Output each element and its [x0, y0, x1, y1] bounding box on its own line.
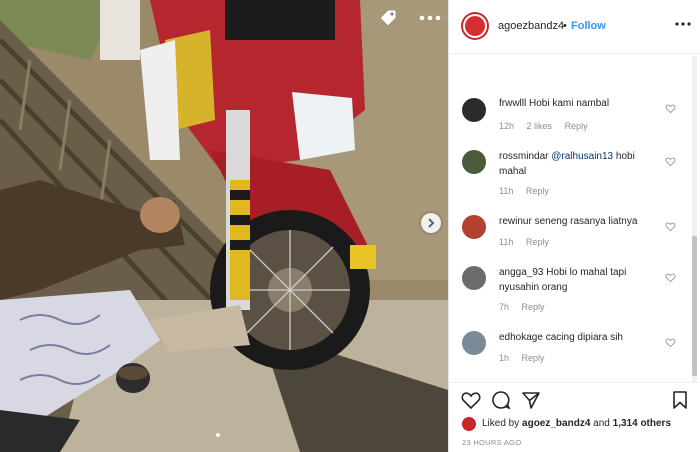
comment-body: Hobi kami nambal — [529, 98, 610, 109]
share-icon[interactable] — [520, 389, 542, 411]
reply-button[interactable]: Reply — [526, 237, 549, 247]
comment-meta: 12h 2 likes Reply — [499, 121, 598, 131]
carousel-dot — [216, 433, 220, 437]
tag-icon[interactable] — [377, 8, 399, 30]
liker-username[interactable]: agoez_bandz4 — [522, 418, 590, 429]
author-username[interactable]: agoezbandz4 — [498, 20, 564, 32]
next-arrow-icon[interactable] — [421, 213, 441, 233]
heart-icon[interactable] — [665, 221, 676, 232]
comment-text: angga_93 Hobi lo mahal tapi nyusahin ora… — [499, 265, 649, 295]
post-actions: Liked by agoez_bandz4 and 1,314 others 2… — [449, 382, 700, 452]
comment-avatar[interactable] — [462, 266, 486, 290]
heart-icon[interactable] — [665, 337, 676, 348]
comment-avatar[interactable] — [462, 150, 486, 174]
heart-icon[interactable] — [665, 156, 676, 167]
heart-icon[interactable] — [665, 103, 676, 114]
photo-illustration — [0, 0, 448, 452]
comment-username[interactable]: angga_93 — [499, 267, 544, 278]
comment-text: rewinur seneng rasanya liatnya — [499, 214, 649, 229]
comment-avatar[interactable] — [462, 215, 486, 239]
comment-avatar[interactable] — [462, 98, 486, 122]
comment-username[interactable]: rossmindar — [499, 151, 548, 162]
post-timestamp[interactable]: 23 HOURS AGO — [462, 438, 521, 447]
bookmark-icon[interactable] — [669, 389, 691, 411]
likes-summary: Liked by agoez_bandz4 and 1,314 others — [482, 418, 671, 429]
likes-others[interactable]: 1,314 others — [613, 418, 671, 429]
post-side-panel: agoezbandz4 • Follow frwwlll Hobi kami n… — [448, 0, 700, 452]
likes-prefix: Liked by — [482, 418, 520, 429]
comment-text: frwwlll Hobi kami nambal — [499, 96, 649, 111]
comment-text: edhokage cacing dipiara sih — [499, 330, 649, 345]
comment-username[interactable]: frwwlll — [499, 98, 526, 109]
avatar[interactable] — [461, 12, 489, 40]
comment-body: seneng rasanya liatnya — [534, 216, 638, 227]
comment-meta: 11h Reply — [499, 237, 559, 247]
heart-icon[interactable] — [460, 389, 482, 411]
header-separator: • — [563, 20, 567, 32]
liker-avatar[interactable] — [462, 417, 476, 431]
scrollbar-thumb[interactable] — [692, 236, 697, 376]
comment-meta: 1h Reply — [499, 353, 555, 363]
comment-username[interactable]: rewinur — [499, 216, 532, 227]
comment-likes[interactable]: 2 likes — [527, 121, 553, 131]
follow-button[interactable]: Follow — [571, 20, 606, 32]
comment-time: 1h — [499, 353, 510, 363]
comment-body: cacing dipiara sih — [545, 332, 623, 343]
heart-icon[interactable] — [665, 272, 676, 283]
comment-time: 7h — [499, 302, 510, 312]
likes-middle: and — [593, 418, 610, 429]
reply-button[interactable]: Reply — [526, 186, 549, 196]
comment-time: 12h — [499, 121, 515, 131]
more-icon[interactable] — [416, 8, 444, 28]
comment-icon[interactable] — [490, 389, 512, 411]
comment-meta: 11h Reply — [499, 186, 559, 196]
more-icon[interactable] — [674, 16, 692, 32]
reply-button[interactable]: Reply — [522, 302, 545, 312]
comment-username[interactable]: edhokage — [499, 332, 543, 343]
comment-text: rossmindar @ralhusain13 hobi mahal — [499, 149, 649, 179]
comment-meta: 7h Reply — [499, 302, 555, 312]
comment-avatar[interactable] — [462, 331, 486, 355]
comments-list: frwwlll Hobi kami nambal 12h 2 likes Rep… — [449, 54, 689, 382]
comment-time: 11h — [499, 186, 514, 196]
reply-button[interactable]: Reply — [522, 353, 545, 363]
comments-scrollbar[interactable] — [692, 56, 697, 382]
comment-mention[interactable]: @ralhusain13 — [551, 151, 613, 162]
reply-button[interactable]: Reply — [565, 121, 588, 131]
post-photo[interactable] — [0, 0, 448, 452]
post-header: agoezbandz4 • Follow — [449, 0, 700, 54]
comment-time: 11h — [499, 237, 514, 247]
